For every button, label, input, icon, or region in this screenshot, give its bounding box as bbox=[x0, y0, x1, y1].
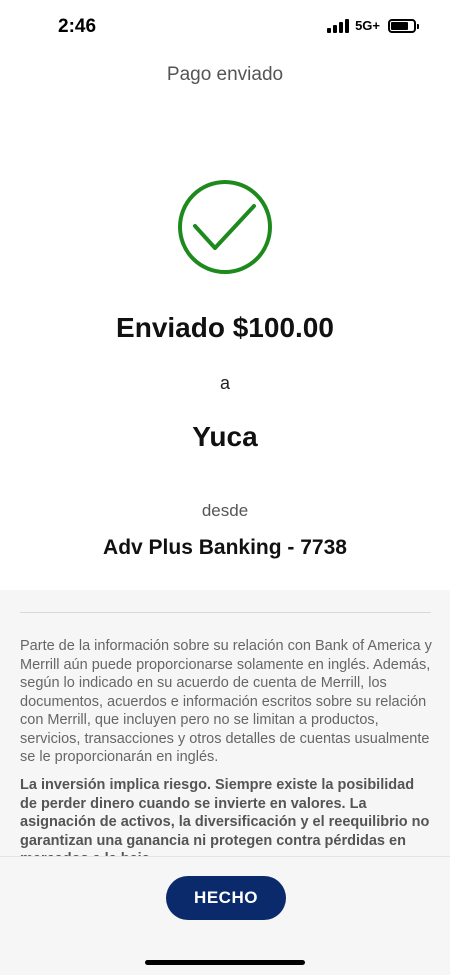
done-button[interactable]: HECHO bbox=[166, 876, 286, 920]
battery-icon bbox=[388, 18, 419, 33]
checkmark-circle-icon bbox=[176, 178, 274, 276]
page-title: Pago enviado bbox=[166, 64, 284, 85]
disclosure-text: Parte de la información sobre su relació… bbox=[20, 638, 432, 765]
signal-icon bbox=[327, 18, 350, 33]
status-indicators: 5G+ bbox=[327, 18, 419, 33]
recipient-name: Yuca bbox=[192, 421, 258, 452]
network-type: 5G+ bbox=[355, 18, 380, 33]
from-label: desde bbox=[201, 501, 249, 520]
divider bbox=[20, 612, 431, 613]
status-bar: 2:46 5G+ bbox=[0, 0, 450, 56]
disclosure-scroll-area[interactable]: Parte de la información sobre su relació… bbox=[0, 590, 450, 856]
home-indicator[interactable] bbox=[145, 960, 305, 965]
to-label: a bbox=[219, 373, 230, 393]
status-time: 2:46 bbox=[58, 16, 97, 37]
risk-disclosure-text: La inversión implica riesgo. Siempre exi… bbox=[20, 777, 430, 856]
sent-amount: Enviado $100.00 bbox=[116, 312, 334, 343]
bottom-bar: HECHO bbox=[0, 856, 450, 975]
source-account: Adv Plus Banking - 7738 bbox=[103, 536, 347, 559]
